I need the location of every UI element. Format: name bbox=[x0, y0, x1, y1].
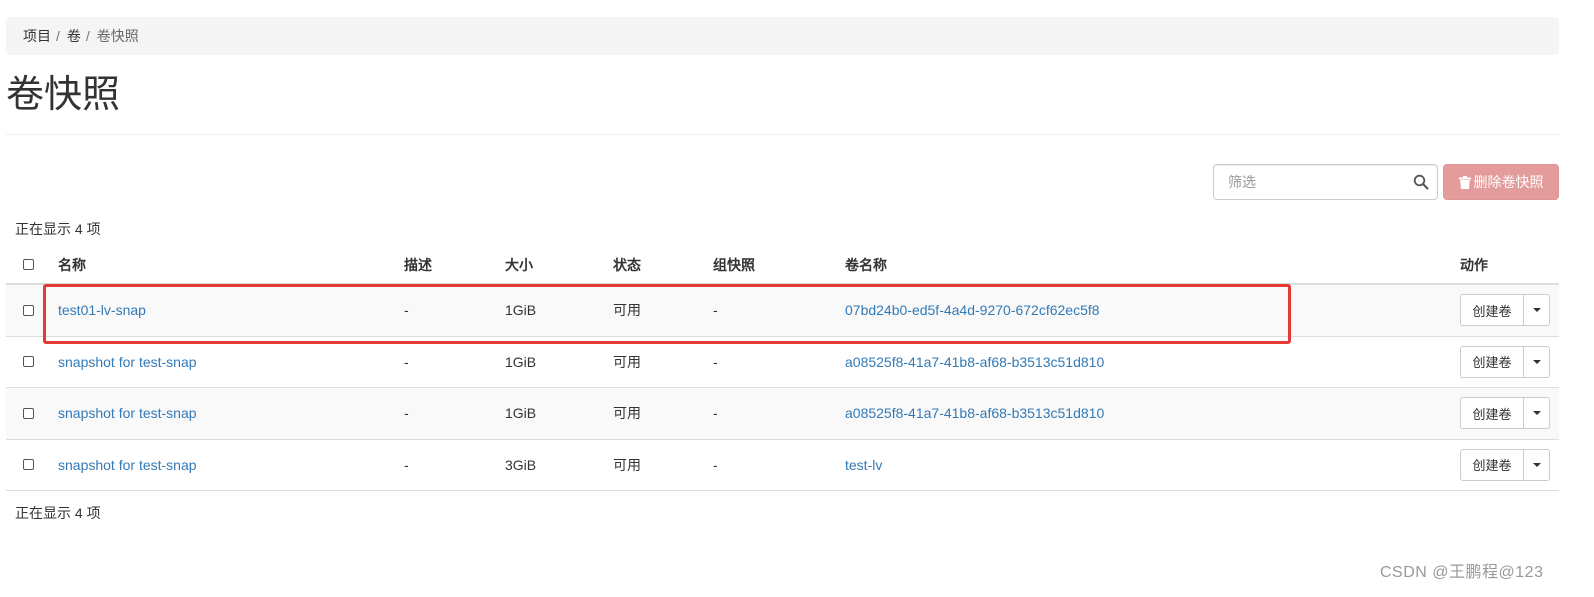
table-row: snapshot for test-snap - 1GiB 可用 - a0852… bbox=[6, 388, 1559, 440]
row-actions-dropdown-toggle[interactable] bbox=[1523, 294, 1550, 327]
caret-down-icon bbox=[1532, 462, 1541, 467]
snapshot-size: 1GiB bbox=[505, 302, 537, 319]
row-checkbox[interactable] bbox=[23, 356, 34, 368]
delete-snapshots-label: 删除卷快照 bbox=[1473, 174, 1544, 190]
snapshot-name-link[interactable]: snapshot for test-snap bbox=[58, 337, 197, 388]
column-header-size[interactable]: 大小 bbox=[505, 245, 533, 283]
row-checkbox[interactable] bbox=[23, 304, 34, 316]
row-actions-dropdown-toggle[interactable] bbox=[1523, 448, 1550, 481]
watermark-text: CSDN @王鹏程@123 bbox=[1380, 564, 1544, 581]
column-header-description[interactable]: 描述 bbox=[404, 245, 432, 283]
row-action-group: 创建卷 bbox=[1460, 345, 1550, 378]
filter-field[interactable] bbox=[1213, 164, 1438, 200]
snapshot-description: - bbox=[404, 302, 409, 319]
create-volume-button[interactable]: 创建卷 bbox=[1460, 448, 1523, 481]
row-action-group: 创建卷 bbox=[1460, 448, 1550, 481]
search-icon[interactable] bbox=[1413, 174, 1429, 190]
snapshot-name-link[interactable]: snapshot for test-snap bbox=[58, 440, 197, 491]
create-volume-button[interactable]: 创建卷 bbox=[1460, 294, 1523, 327]
row-action-group: 创建卷 bbox=[1460, 294, 1550, 327]
snapshot-size: 1GiB bbox=[505, 405, 537, 422]
row-action-group: 创建卷 bbox=[1460, 397, 1550, 430]
column-header-name[interactable]: 名称 bbox=[58, 245, 86, 283]
caret-down-icon bbox=[1532, 308, 1541, 313]
caret-down-icon bbox=[1532, 411, 1541, 416]
row-checkbox[interactable] bbox=[23, 459, 34, 471]
row-select-cell bbox=[23, 337, 34, 388]
table-row: test01-lv-snap - 1GiB 可用 - 07bd24b0-ed5f… bbox=[6, 285, 1559, 337]
row-checkbox[interactable] bbox=[23, 407, 34, 419]
column-header-group-snapshot[interactable]: 组快照 bbox=[713, 245, 755, 283]
snapshot-size: 1GiB bbox=[505, 353, 537, 370]
table-row: snapshot for test-snap - 3GiB 可用 - test-… bbox=[6, 440, 1559, 491]
breadcrumb-separator: / bbox=[85, 28, 90, 44]
table-row: snapshot for test-snap - 1GiB 可用 - a0852… bbox=[6, 337, 1559, 388]
delete-snapshots-button[interactable]: 删除卷快照 bbox=[1443, 164, 1559, 200]
snapshot-name-link[interactable]: test01-lv-snap bbox=[58, 285, 146, 336]
column-header-volume-name[interactable]: 卷名称 bbox=[845, 245, 887, 283]
column-header-status[interactable]: 状态 bbox=[613, 245, 641, 283]
breadcrumb-item-volumes[interactable]: 卷 bbox=[67, 26, 81, 46]
volume-name-link[interactable]: a08525f8-41a7-41b8-af68-b3513c51d810 bbox=[845, 337, 1104, 388]
row-actions-dropdown-toggle[interactable] bbox=[1523, 397, 1550, 430]
snapshot-description: - bbox=[404, 405, 409, 422]
column-header-actions: 动作 bbox=[1460, 257, 1488, 273]
snapshot-status: 可用 bbox=[613, 456, 641, 473]
snapshot-status: 可用 bbox=[613, 405, 641, 422]
snapshot-name-link[interactable]: snapshot for test-snap bbox=[58, 388, 197, 439]
breadcrumb: 项目 / 卷 / 卷快照 bbox=[6, 17, 1559, 55]
title-divider bbox=[6, 134, 1559, 135]
breadcrumb-current: 卷快照 bbox=[96, 28, 139, 44]
snapshot-status: 可用 bbox=[613, 353, 641, 370]
row-select-cell bbox=[23, 440, 34, 491]
trash-icon bbox=[1458, 175, 1471, 189]
snapshot-status: 可用 bbox=[613, 302, 641, 319]
snapshot-description: - bbox=[404, 456, 409, 473]
row-select-cell bbox=[23, 388, 34, 439]
filter-input[interactable] bbox=[1214, 165, 1409, 199]
breadcrumb-item-project[interactable]: 项目 bbox=[23, 26, 51, 46]
select-all-cell bbox=[23, 245, 34, 283]
page-title: 卷快照 bbox=[6, 74, 121, 116]
volume-name-link[interactable]: a08525f8-41a7-41b8-af68-b3513c51d810 bbox=[845, 388, 1104, 439]
row-select-cell bbox=[23, 285, 34, 336]
caret-down-icon bbox=[1532, 359, 1541, 364]
snapshot-group-snapshot: - bbox=[713, 302, 718, 319]
snapshot-description: - bbox=[404, 353, 409, 370]
page: 项目 / 卷 / 卷快照 卷快照 删除卷快照 正在显示 4 项 名称 bbox=[0, 0, 1594, 597]
snapshot-size: 3GiB bbox=[505, 456, 537, 473]
breadcrumb-separator: / bbox=[56, 28, 60, 44]
volume-name-link[interactable]: 07bd24b0-ed5f-4a4d-9270-672cf62ec5f8 bbox=[845, 285, 1100, 336]
select-all-checkbox[interactable] bbox=[23, 258, 34, 270]
row-actions-dropdown-toggle[interactable] bbox=[1523, 345, 1550, 378]
snapshot-group-snapshot: - bbox=[713, 456, 718, 473]
table-header: 名称 描述 大小 状态 组快照 卷名称 动作 bbox=[6, 245, 1559, 285]
item-count-bottom: 正在显示 4 项 bbox=[15, 505, 101, 521]
volume-name-link[interactable]: test-lv bbox=[845, 440, 882, 491]
create-volume-button[interactable]: 创建卷 bbox=[1460, 345, 1523, 378]
item-count-top: 正在显示 4 项 bbox=[15, 221, 101, 237]
snapshot-group-snapshot: - bbox=[713, 353, 718, 370]
snapshots-table: 名称 描述 大小 状态 组快照 卷名称 动作 test01-lv-snap - … bbox=[6, 245, 1559, 491]
snapshot-group-snapshot: - bbox=[713, 405, 718, 422]
create-volume-button[interactable]: 创建卷 bbox=[1460, 397, 1523, 430]
